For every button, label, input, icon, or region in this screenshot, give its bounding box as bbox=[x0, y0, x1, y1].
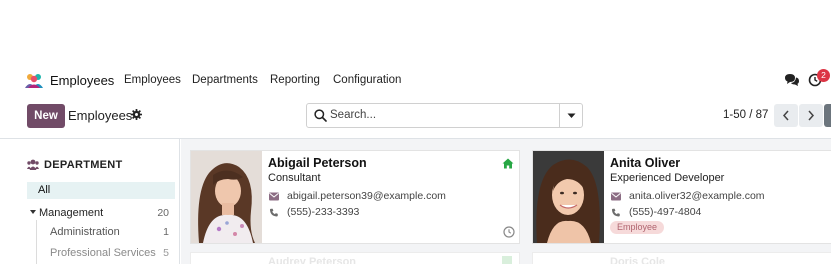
search-icon bbox=[314, 109, 327, 122]
users-icon bbox=[27, 159, 39, 170]
home-icon bbox=[502, 158, 514, 169]
activity-count-badge: 2 bbox=[817, 69, 830, 82]
employee-tag[interactable]: Employee bbox=[610, 221, 665, 234]
department-header: DEPARTMENT bbox=[44, 159, 123, 171]
envelope-icon bbox=[269, 192, 279, 201]
department-count: 5 bbox=[163, 247, 169, 259]
department-item-management[interactable]: Management bbox=[39, 207, 103, 219]
pager-previous-button[interactable] bbox=[774, 104, 798, 127]
pager-value[interactable]: 1-50 / 87 bbox=[723, 109, 768, 121]
view-switcher-button[interactable] bbox=[824, 104, 831, 127]
employee-phone: (555)-497-4804 bbox=[629, 206, 702, 218]
caret-down-icon bbox=[567, 113, 575, 118]
chevron-right-icon bbox=[808, 110, 815, 121]
employee-name[interactable]: Anita Oliver bbox=[610, 156, 680, 170]
envelope-icon bbox=[611, 192, 621, 201]
phone-icon bbox=[611, 208, 620, 217]
menu-employees[interactable]: Employees bbox=[124, 74, 181, 86]
employee-name[interactable]: Abigail Peterson bbox=[268, 156, 367, 170]
clock-icon[interactable] bbox=[503, 226, 515, 238]
search-options-toggle[interactable] bbox=[560, 104, 582, 127]
department-item-administration[interactable]: Administration bbox=[50, 226, 120, 238]
employee-photo[interactable] bbox=[533, 151, 604, 243]
department-all-label[interactable]: All bbox=[38, 184, 50, 196]
employee-email: anita.oliver32@example.com bbox=[629, 190, 765, 202]
new-button[interactable]: New bbox=[27, 104, 65, 128]
employees-app-icon[interactable] bbox=[24, 73, 44, 89]
department-count: 20 bbox=[157, 207, 169, 219]
employee-name[interactable]: Audrey Peterson bbox=[268, 256, 356, 264]
employee-name[interactable]: Doris Cole bbox=[610, 256, 665, 264]
employee-job-title: Experienced Developer bbox=[610, 172, 725, 184]
employee-card[interactable] bbox=[532, 252, 831, 264]
gear-icon[interactable] bbox=[131, 109, 142, 120]
phone-icon bbox=[269, 208, 278, 217]
chevron-left-icon bbox=[782, 110, 789, 121]
chat-icon[interactable] bbox=[784, 73, 800, 87]
employee-email: abigail.peterson39@example.com bbox=[287, 190, 446, 202]
page-title: Employees bbox=[68, 108, 133, 123]
caret-down-icon[interactable] bbox=[30, 210, 36, 214]
search-input[interactable] bbox=[330, 105, 555, 125]
presence-indicator bbox=[502, 256, 512, 264]
menu-reporting[interactable]: Reporting bbox=[270, 74, 320, 86]
employee-phone: (555)-233-3393 bbox=[287, 206, 360, 218]
app-name[interactable]: Employees bbox=[50, 73, 114, 88]
menu-departments[interactable]: Departments bbox=[192, 74, 258, 86]
employee-job-title: Consultant bbox=[268, 172, 321, 184]
pager-next-button[interactable] bbox=[799, 104, 823, 127]
menu-configuration[interactable]: Configuration bbox=[333, 74, 401, 86]
tree-line bbox=[36, 220, 37, 264]
department-sidebar bbox=[0, 139, 180, 264]
department-count: 1 bbox=[163, 226, 169, 238]
employee-photo[interactable] bbox=[191, 151, 262, 243]
department-item-professional-services[interactable]: Professional Services bbox=[50, 247, 156, 259]
